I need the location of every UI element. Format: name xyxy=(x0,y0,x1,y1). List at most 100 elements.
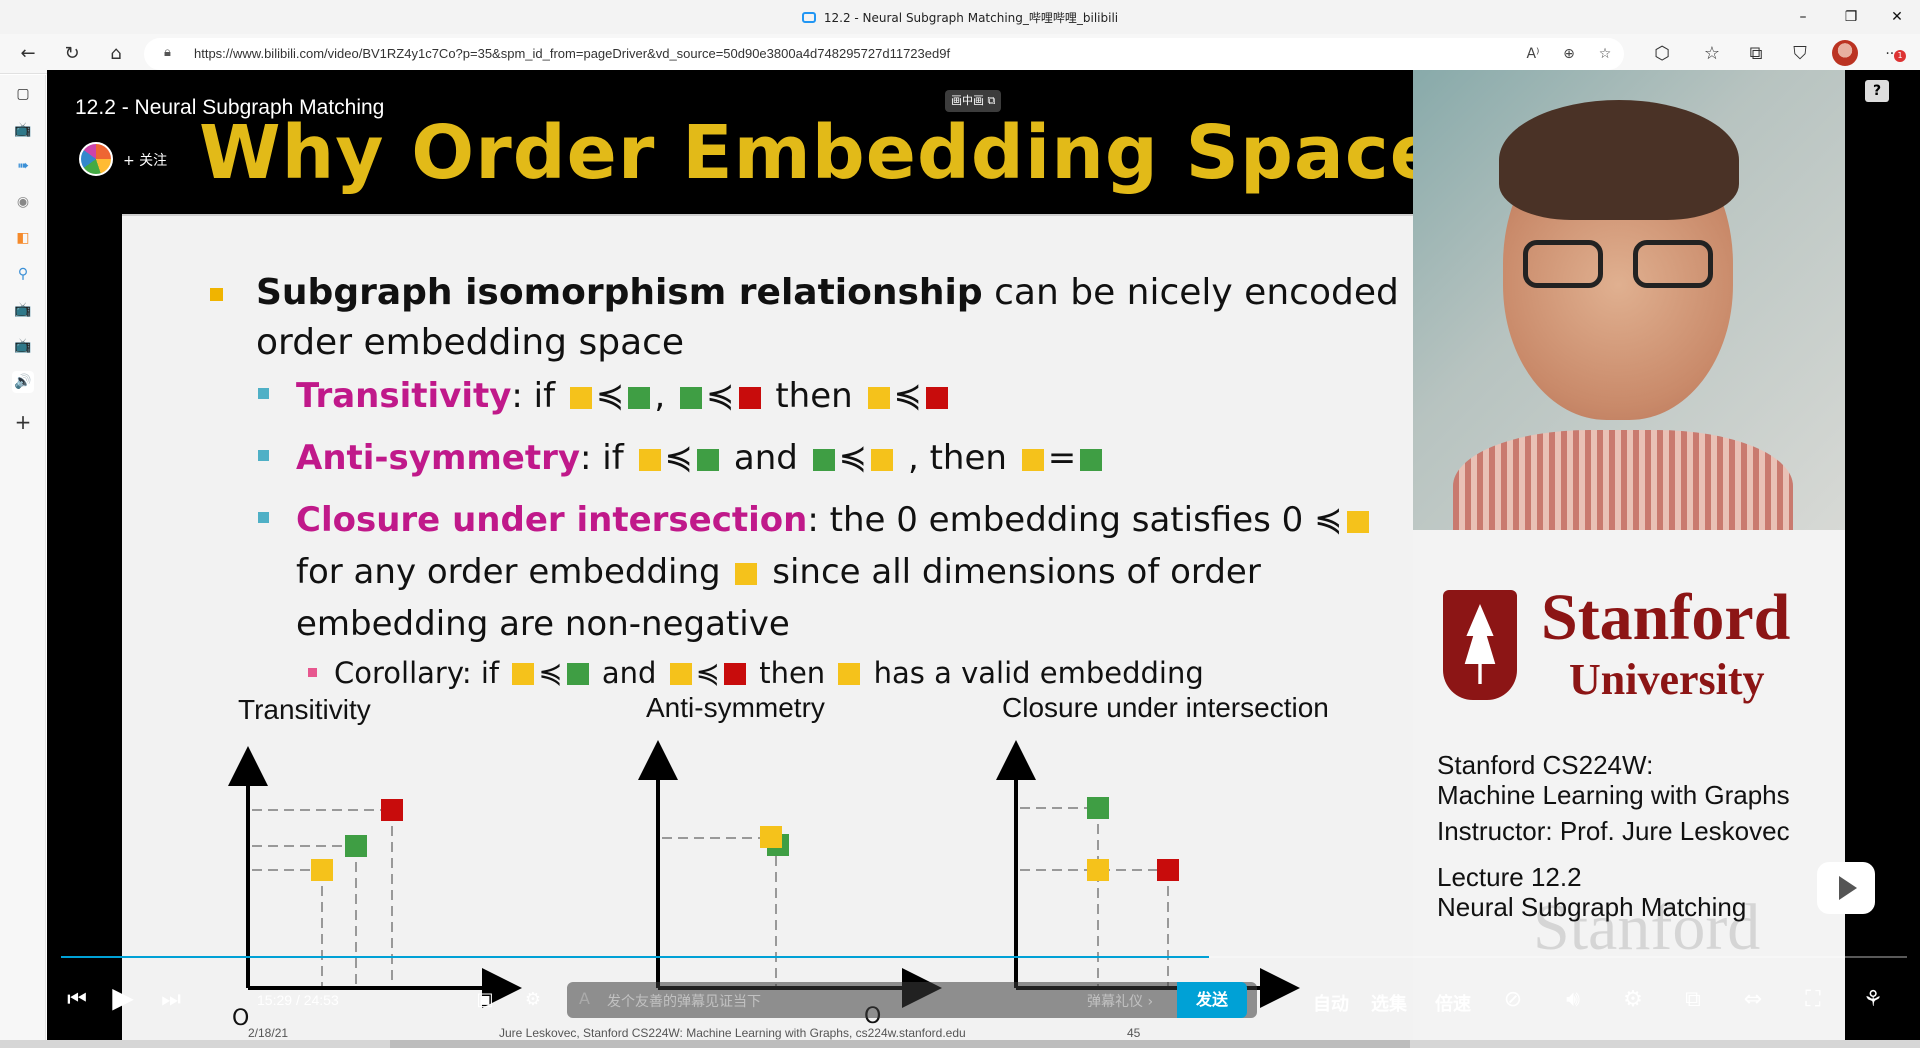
browser-essentials-icon[interactable]: ⛉ xyxy=(1786,40,1814,68)
corollary-line: Corollary: if ≼ and ≼ then has a valid e… xyxy=(334,656,1204,690)
quality-auto-button[interactable]: 自动 xyxy=(1313,990,1349,1016)
send-danmaku-button[interactable]: 发送 xyxy=(1177,982,1247,1018)
favorites-bar-icon[interactable]: ☆ xyxy=(1698,40,1726,68)
red-square xyxy=(723,663,746,685)
text: : if xyxy=(580,438,635,478)
page-scrollbar[interactable] xyxy=(0,1040,1920,1048)
next-icon[interactable]: ⏭ xyxy=(153,982,189,1018)
course-title: Stanford CS224W: Machine Learning with Gr… xyxy=(1437,750,1790,810)
blogger-tab-icon[interactable]: ◧ xyxy=(12,227,34,249)
slide-title: Why Order Embedding Space? xyxy=(199,110,1485,196)
bilibili-tab-icon-2[interactable]: 📺 xyxy=(12,299,34,321)
address-bar[interactable]: 🔒︎ https://www.bilibili.com/video/BV1RZ4… xyxy=(144,38,1624,70)
playback-speed-button[interactable]: 倍速 xyxy=(1435,990,1471,1016)
profile-avatar[interactable] xyxy=(1832,40,1858,66)
home-icon[interactable]: ⌂ xyxy=(102,40,130,68)
lecture-info: Lecture 12.2 Neural Subgraph Matching xyxy=(1437,862,1746,922)
read-aloud-icon[interactable]: A⁾ xyxy=(1522,43,1544,65)
text: , then xyxy=(897,438,1018,478)
github-tab-icon[interactable]: ◉ xyxy=(12,191,34,213)
yellow-square xyxy=(1346,511,1369,533)
chart-label-closure: Closure under intersection xyxy=(1002,692,1329,723)
red-square xyxy=(926,387,948,409)
picture-in-picture-button[interactable]: 画中画 ⧉ xyxy=(945,90,1002,112)
closure-line-1: Closure under intersection: the 0 embedd… xyxy=(296,500,1373,540)
danmaku-style-icon[interactable]: A xyxy=(579,989,590,1008)
fullscreen-icon[interactable]: ⚘ xyxy=(1855,982,1891,1018)
course-line-2: Machine Learning with Graphs xyxy=(1437,780,1790,810)
closure-line-3: embedding are non-negative xyxy=(296,604,790,644)
pip-icon: ⧉ xyxy=(987,94,996,107)
zoom-icon[interactable]: ⊕ xyxy=(1558,43,1580,65)
text: has a valid embedding xyxy=(864,656,1204,690)
green-square xyxy=(697,449,720,471)
search-tab-icon[interactable]: ⚲ xyxy=(12,263,34,285)
volume-icon[interactable]: 🔊︎ xyxy=(1555,982,1591,1018)
widescreen-icon[interactable]: ⇔ xyxy=(1735,982,1771,1018)
mini-player-icon[interactable]: ⧉ xyxy=(1675,982,1711,1018)
collections-icon[interactable]: ⧉ xyxy=(1742,40,1770,68)
bilibili-tab-icon[interactable]: 📺 xyxy=(12,119,34,141)
text: : if xyxy=(511,376,566,416)
slide-credit: Jure Leskovec, Stanford CS224W: Machine … xyxy=(499,1026,966,1040)
deepl-tab-icon[interactable]: ➠ xyxy=(12,155,34,177)
antisymmetry-term: Anti-symmetry xyxy=(296,438,581,478)
text: Corollary: if xyxy=(334,656,509,690)
current-time: 15:29 xyxy=(257,992,293,1008)
video-player[interactable]: Why Order Embedding Space? Subgraph isom… xyxy=(47,70,1920,1040)
help-icon[interactable]: ? xyxy=(1865,80,1889,102)
danmaku-settings-icon[interactable]: ⚙ xyxy=(515,982,551,1018)
yellow-square xyxy=(1021,449,1044,471)
lock-icon[interactable]: 🔒︎ xyxy=(164,45,171,60)
instructor-glasses xyxy=(1523,240,1723,290)
yellow-square xyxy=(512,663,535,685)
progress-fill xyxy=(61,956,1210,958)
precedes-symbol: ≼ xyxy=(706,376,735,416)
progress-bar[interactable] xyxy=(61,956,1907,958)
bilibili-tab-icon-3[interactable]: 📺 xyxy=(12,335,34,357)
window-title-bar: 12.2 - Neural Subgraph Matching_哔哩哔哩_bil… xyxy=(0,0,1920,34)
close-button[interactable]: ✕ xyxy=(1874,0,1920,34)
yellow-square xyxy=(569,387,592,409)
danmaku-etiquette-link[interactable]: 弹幕礼仪 › xyxy=(1087,991,1153,1011)
bullet-1-line-2: order embedding space xyxy=(256,322,685,363)
back-icon[interactable]: ← xyxy=(14,40,42,68)
settings-gear-icon[interactable]: ⚙ xyxy=(1615,982,1651,1018)
follow-button[interactable]: + 关注 xyxy=(123,150,167,170)
audio-tab-icon[interactable]: 🔊 xyxy=(12,371,34,393)
bilibili-mascot-play-icon[interactable] xyxy=(1817,862,1875,914)
bullet-1-line-1: Subgraph isomorphism relationship can be… xyxy=(256,272,1443,313)
transitivity-diagram xyxy=(228,746,522,1008)
antisymmetry-diagram xyxy=(638,740,942,1008)
refresh-icon[interactable]: ↻ xyxy=(58,40,86,68)
new-tab-icon[interactable]: + xyxy=(12,411,34,433)
closure-diagram xyxy=(996,740,1300,1008)
tab-actions-icon[interactable]: ▢ xyxy=(12,83,34,105)
text: and xyxy=(723,438,809,478)
bullet-marker xyxy=(308,668,317,677)
precedes-symbol: ≼ xyxy=(695,656,720,690)
web-fullscreen-icon[interactable]: ⛶ xyxy=(1795,982,1831,1018)
extensions-icon[interactable]: ⬡ xyxy=(1648,40,1676,68)
scrollbar-thumb[interactable] xyxy=(390,1040,1410,1048)
browser-toolbar: ← ↻ ⌂ 🔒︎ https://www.bilibili.com/video/… xyxy=(0,34,1920,74)
episodes-button[interactable]: 选集 xyxy=(1371,990,1407,1016)
previous-icon[interactable]: ⏮ xyxy=(59,982,95,1018)
lecture-slide: Subgraph isomorphism relationship can be… xyxy=(122,216,1443,1040)
subtitle-off-icon[interactable]: ⊘ xyxy=(1495,982,1531,1018)
play-icon[interactable]: ▶ xyxy=(105,980,141,1016)
restore-button[interactable]: ❐ xyxy=(1828,0,1874,34)
green-square xyxy=(680,387,703,409)
favorite-icon[interactable]: ☆ xyxy=(1594,43,1616,65)
precedes-symbol: ≼ xyxy=(664,438,694,478)
university-word: University xyxy=(1569,655,1765,704)
antisymmetry-line: Anti-symmetry: if ≼ and ≼ , then = xyxy=(296,438,1106,478)
yellow-square xyxy=(638,449,661,471)
browser-sidebar: ▢ 📺 ➠ ◉ ◧ ⚲ 📺 📺 🔊 + xyxy=(0,75,46,1040)
danmaku-input[interactable]: A 发个友善的弹幕见证当下 弹幕礼仪 › xyxy=(567,982,1257,1018)
uploader-avatar[interactable] xyxy=(79,142,113,176)
danmaku-toggle-icon[interactable]: ▣ xyxy=(467,982,503,1018)
window-title: 12.2 - Neural Subgraph Matching_哔哩哔哩_bil… xyxy=(0,9,1920,26)
url-text[interactable]: https://www.bilibili.com/video/BV1RZ4y1c… xyxy=(194,46,950,61)
minimize-button[interactable]: – xyxy=(1780,0,1826,34)
